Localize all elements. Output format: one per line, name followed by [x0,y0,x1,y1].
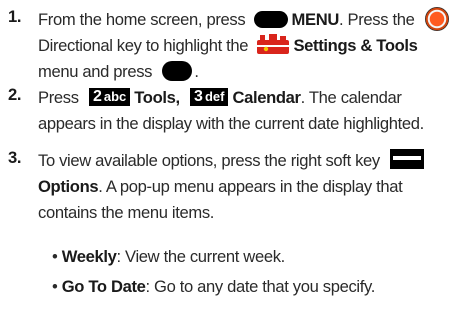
bullet-weekly: • Weekly: View the current week. [52,244,285,270]
step-text: . The calendar [300,88,402,107]
bullet-desc: : Go to any date that you specify. [145,277,376,296]
step-text: Press [38,88,79,107]
bullet-dot: • [52,247,58,266]
step-3-line-3: contains the menu items. [38,200,214,226]
settings-tools-label: Settings & Tools [293,36,418,55]
tools-label: Tools, [134,88,180,107]
ok-key-icon [162,61,193,82]
instructions-page: 1. From the home screen, press MENU. Pre… [0,0,466,322]
step-text: appears in the display with the current … [38,114,424,133]
step-text: From the home screen, press [38,10,246,29]
step-text: contains the menu items. [38,203,215,222]
bullet-term: Weekly [61,247,117,266]
menu-label: MENU [291,10,340,29]
step-2-line-2: appears in the display with the current … [38,111,424,137]
menu-soft-key-icon [253,10,288,28]
step-text: . Press the [339,10,415,29]
step-text: To view available options, press the rig… [38,151,380,170]
settings-tools-icon [257,33,290,54]
step-3-line-1: To view available options, press the rig… [38,148,425,174]
options-label: Options [38,177,99,196]
step-2-line-1: Press 2 abc Tools, 3 def Calendar. The calen… [38,85,402,111]
bullet-desc: : View the current week. [116,247,286,266]
key-2-icon: 2 abc [88,88,131,107]
step-1-line-3: menu and press . [38,59,199,85]
bullet-term: Go To Date [61,277,146,296]
bullet-dot: • [52,277,58,296]
step-text: Directional key to highlight the [38,36,249,55]
step-text: menu and press [38,62,153,81]
step-number: 1. [8,7,22,26]
step-number: 2. [8,85,22,104]
step-1-line-1: From the home screen, press MENU. Press … [38,6,449,33]
calendar-label: Calendar [232,88,301,107]
step-3-line-2: Options. A pop-up menu appears in the di… [38,174,403,200]
bullet-go-to-date: • Go To Date: Go to any date that you sp… [52,274,375,300]
right-soft-key-icon [390,149,425,170]
step-number: 3. [8,148,22,167]
key-3-icon: 3 def [190,88,229,107]
step-text: . [194,62,199,81]
directional-key-icon [424,6,449,31]
step-1-line-2: Directional key to highlight the Setting… [38,33,418,59]
step-text: . A pop-up menu appears in the display t… [98,177,403,196]
